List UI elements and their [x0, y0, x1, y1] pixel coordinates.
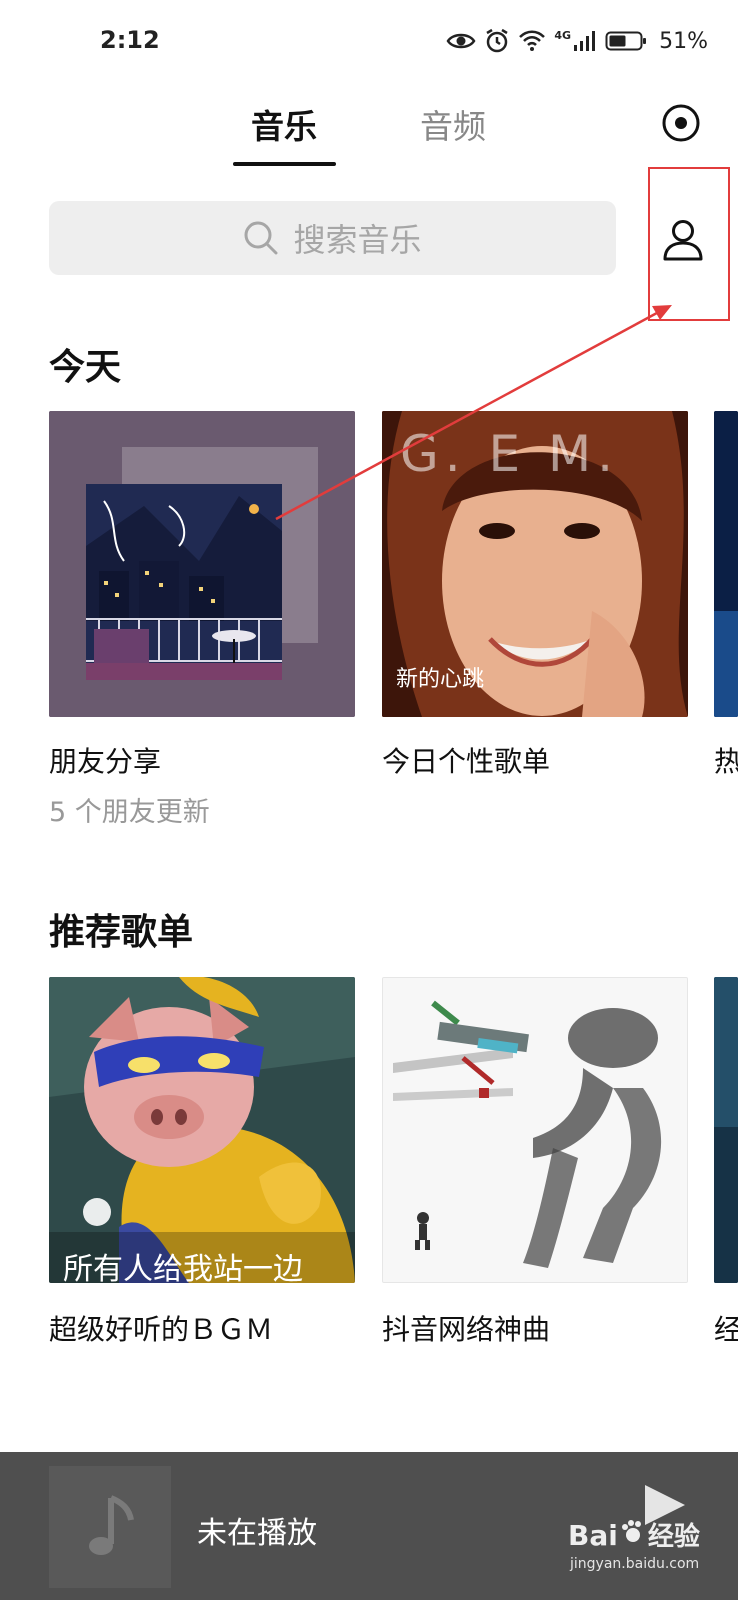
album-art-image — [49, 411, 355, 717]
paw-icon — [621, 1520, 641, 1542]
search-icon — [244, 221, 278, 255]
watermark-brand: Bai — [568, 1519, 618, 1552]
daily-playlist-title[interactable]: 今日个性歌单 — [382, 740, 550, 780]
radio-button-icon[interactable] — [661, 103, 701, 143]
player-cover-placeholder[interactable] — [49, 1466, 171, 1588]
watermark-brand-2: 经验 — [647, 1522, 700, 1552]
highlight-box — [648, 167, 730, 321]
bgm-playlist-cover[interactable]: 所有人给我站一边 — [49, 977, 355, 1283]
alarm-icon — [486, 28, 509, 53]
tab-indicator — [233, 162, 336, 166]
baidu-watermark: Bai 经验 jingyan.baidu.com — [560, 1480, 730, 1580]
album-art-image — [714, 977, 738, 1283]
album-art-image — [383, 978, 687, 1282]
music-note-icon — [89, 1495, 134, 1555]
classic-playlist-cover[interactable] — [714, 977, 738, 1283]
cover-text-gem: G. E M. — [400, 425, 620, 483]
friend-share-cover[interactable] — [49, 411, 355, 717]
network-type-label: 4G — [554, 28, 572, 42]
section-title-today: 今天 — [49, 347, 122, 388]
bgm-playlist-title[interactable]: 超级好听的ＢＧＭ — [49, 1308, 273, 1348]
status-icons: 4G 51% — [446, 28, 708, 54]
tab-audio[interactable]: 音频 — [420, 100, 486, 148]
battery-icon — [605, 31, 647, 51]
eye-icon — [446, 33, 476, 49]
daily-playlist-cover[interactable]: G. E M. 新的心跳 — [382, 411, 688, 717]
signal-icon — [574, 31, 596, 51]
classic-playlist-title[interactable]: 经 — [714, 1308, 738, 1348]
douyin-playlist-cover[interactable] — [382, 977, 688, 1283]
player-status: 未在播放 — [197, 1516, 317, 1551]
cover-caption: 所有人给我站一边 — [63, 1252, 303, 1283]
search-placeholder: 搜索音乐 — [293, 221, 422, 259]
album-art-image — [49, 977, 355, 1283]
section-title-recommended: 推荐歌单 — [49, 912, 194, 953]
wifi-icon — [519, 30, 546, 51]
search-input[interactable]: 搜索音乐 — [49, 201, 616, 275]
friend-share-subtitle: 5 个朋友更新 — [49, 797, 210, 828]
battery-percent: 51% — [659, 28, 708, 54]
cover-caption: 新的心跳 — [396, 667, 485, 692]
status-time: 2:12 — [100, 26, 160, 54]
tab-music[interactable]: 音乐 — [251, 100, 317, 148]
friend-share-title[interactable]: 朋友分享 — [49, 740, 161, 780]
hot-playlist-cover[interactable] — [714, 411, 738, 717]
watermark-url: jingyan.baidu.com — [570, 1556, 700, 1572]
douyin-playlist-title[interactable]: 抖音网络神曲 — [382, 1308, 550, 1348]
hot-playlist-title[interactable]: 热 — [714, 740, 738, 780]
album-art-image — [714, 411, 738, 717]
